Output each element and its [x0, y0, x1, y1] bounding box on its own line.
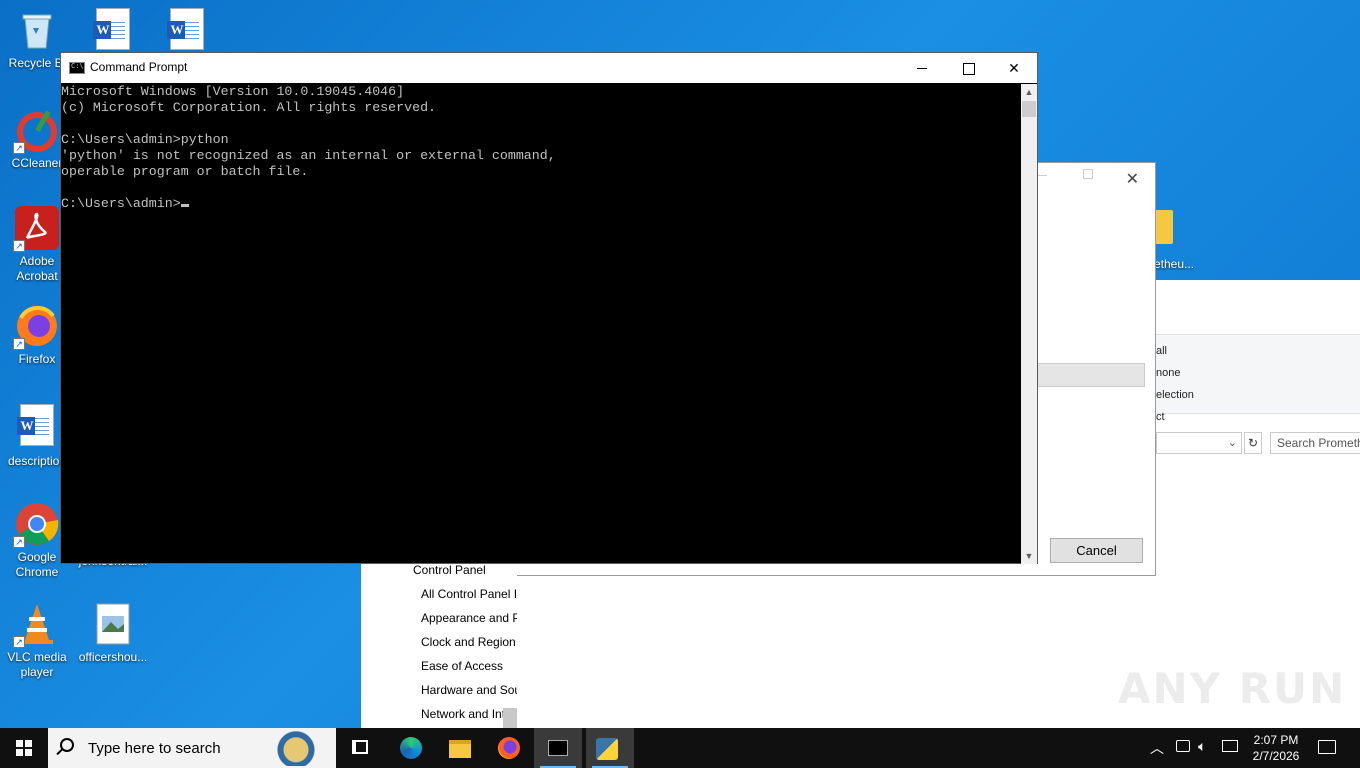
minimize-button[interactable]: [899, 53, 945, 83]
desktop-icon-label: Adobe Acrobat: [16, 254, 58, 283]
notification-icon[interactable]: [1318, 740, 1336, 754]
desktop-icon-word-doc-2[interactable]: W: [150, 8, 224, 50]
volume-icon[interactable]: 🔈︎: [1198, 738, 1206, 755]
scroll-down-icon[interactable]: ▼: [1021, 548, 1037, 564]
maximize-button[interactable]: [945, 53, 991, 83]
desktop-icon-label: Google Chrome: [15, 550, 59, 579]
network-icon[interactable]: [1222, 740, 1238, 752]
window-title: Command Prompt: [90, 60, 188, 74]
nav-item-ease-of-access[interactable]: Ease of Access: [421, 656, 531, 676]
ribbon-invert-selection[interactable]: election: [1156, 389, 1194, 401]
shortcut-arrow-icon: ↗: [13, 636, 25, 648]
desktop-icon-label: officershou...: [78, 650, 148, 664]
image-file-icon: [91, 602, 135, 646]
cancel-button[interactable]: Cancel: [1050, 538, 1143, 563]
edge-icon[interactable]: [400, 737, 422, 759]
desktop-icon-label: CCleaner: [11, 156, 63, 170]
desktop-icon-officershou[interactable]: officershou...: [76, 602, 150, 665]
ribbon: all none election ct: [1156, 334, 1360, 423]
desktop-icon-label: Recycle Bi: [8, 56, 66, 70]
word-document-icon: W: [167, 8, 204, 50]
console-output[interactable]: Microsoft Windows [Version 10.0.19045.40…: [61, 84, 1021, 564]
console-prompt: C:\Users\admin>: [61, 196, 181, 211]
minimize-icon[interactable]: [1037, 175, 1047, 176]
file-explorer-icon[interactable]: [449, 740, 471, 758]
text-cursor: [180, 204, 189, 207]
clock-date: 2/7/2026: [1252, 749, 1300, 763]
anyrun-watermark: ANY RUN: [1118, 664, 1347, 713]
console-line: 'python' is not recognized as an interna…: [61, 148, 556, 163]
python-icon: [596, 738, 618, 760]
desktop-icon-vlc[interactable]: ↗ VLC media player: [0, 602, 74, 680]
desktop-icon-label: description: [7, 454, 67, 468]
shortcut-arrow-icon: ↗: [13, 142, 25, 154]
scrollbar-thumb[interactable]: [503, 708, 517, 728]
close-button[interactable]: ✕: [991, 53, 1037, 83]
refresh-icon[interactable]: ↻: [1244, 432, 1262, 454]
search-icon: [60, 738, 74, 752]
close-icon[interactable]: ✕: [1126, 169, 1139, 189]
title-bar[interactable]: Command Prompt ✕: [61, 53, 1037, 83]
ccleaner-icon: ↗: [13, 108, 59, 154]
chevron-up-icon[interactable]: ︿: [1150, 738, 1164, 758]
console-line: C:\Users\admin>python: [61, 132, 229, 147]
ribbon-select-none[interactable]: none: [1156, 367, 1180, 379]
task-view-icon[interactable]: [352, 740, 368, 754]
word-document-icon: W: [93, 8, 130, 50]
folder-icon[interactable]: [1153, 210, 1173, 244]
maximize-icon[interactable]: [1083, 169, 1093, 179]
vlc-cone-icon: ↗: [13, 602, 59, 648]
nav-item-all-control-panel-items[interactable]: All Control Panel Items: [421, 584, 531, 604]
taskbar-clock[interactable]: 2:07 PM 2/7/2026: [1248, 732, 1304, 764]
firefox-icon: ↗: [13, 304, 59, 350]
recycle-bin-icon: [15, 8, 59, 52]
search-input[interactable]: Search Prometh: [1270, 432, 1360, 454]
shortcut-arrow-icon: ↗: [13, 338, 25, 350]
meet-now-icon[interactable]: [1176, 740, 1190, 752]
search-placeholder: Type here to search: [88, 740, 221, 757]
console-line: operable program or batch file.: [61, 164, 309, 179]
nav-item-appearance[interactable]: Appearance and Personalization: [421, 608, 531, 628]
console-prompt-line[interactable]: C:\Users\admin>: [61, 196, 1021, 212]
command-prompt-taskbar-icon: [548, 740, 568, 756]
desktop-icon-word-doc-1[interactable]: W: [76, 8, 150, 50]
search-highlight-image: [260, 730, 332, 766]
console-line: (c) Microsoft Corporation. All rights re…: [61, 100, 437, 115]
chrome-icon: ↗: [13, 502, 59, 548]
start-button[interactable]: [0, 728, 48, 768]
taskbar-search[interactable]: Type here to search: [48, 728, 336, 768]
selected-row[interactable]: [1037, 363, 1145, 387]
nav-item-clock-region[interactable]: Clock and Region: [421, 632, 531, 652]
desktop-icon-label: VLC media player: [7, 650, 67, 679]
desktop-icon-label: Firefox: [18, 352, 56, 366]
windows-logo-icon: [16, 740, 32, 756]
ribbon-select[interactable]: ct: [1156, 411, 1165, 423]
adobe-acrobat-icon: ↗: [13, 206, 59, 252]
command-prompt-window[interactable]: Command Prompt ✕ Microsoft Windows [Vers…: [60, 52, 1038, 564]
scroll-up-icon[interactable]: ▲: [1021, 84, 1037, 100]
firefox-taskbar-icon[interactable]: [498, 737, 520, 759]
address-dropdown[interactable]: ⌄: [1156, 432, 1242, 454]
vertical-scrollbar[interactable]: ▲ ▼: [1021, 84, 1037, 564]
control-panel-nav-pane: Control Panel All Control Panel Items Ap…: [361, 560, 531, 728]
shortcut-arrow-icon: ↗: [13, 536, 25, 548]
explorer-panel: all none election ct ⌄ ↻ Search Prometh: [1156, 280, 1360, 576]
folder-label: etheu...: [1154, 257, 1195, 271]
ribbon-select-all[interactable]: all: [1156, 345, 1167, 357]
shortcut-arrow-icon: ↗: [13, 240, 25, 252]
scrollbar-thumb[interactable]: [1022, 101, 1036, 117]
cmd-app-icon: [69, 62, 85, 74]
word-document-icon: W: [17, 404, 54, 446]
clock-time: 2:07 PM: [1253, 733, 1299, 747]
nav-item-hardware-sound[interactable]: Hardware and Sound: [421, 680, 531, 700]
console-line: Microsoft Windows [Version 10.0.19045.40…: [61, 84, 405, 99]
